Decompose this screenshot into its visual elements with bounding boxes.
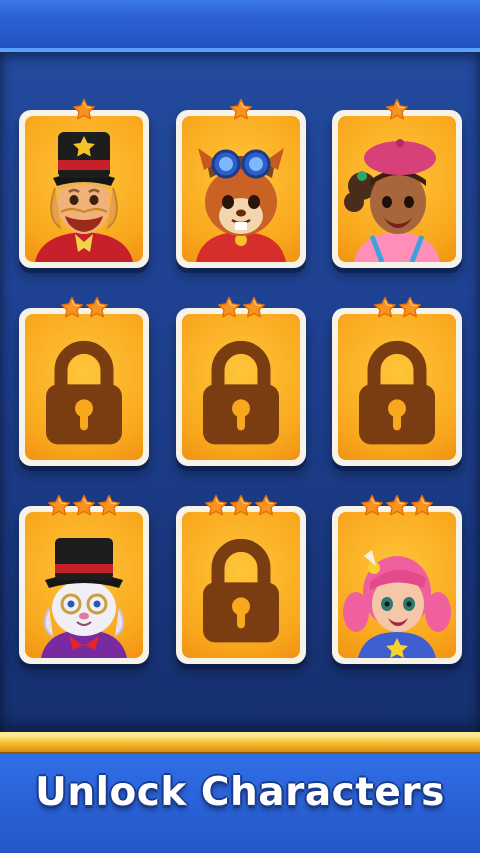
star-rating xyxy=(332,494,462,518)
card-portrait xyxy=(338,512,456,658)
star-icon xyxy=(411,494,433,516)
star-icon xyxy=(205,494,227,516)
star-icon xyxy=(398,296,421,318)
card-portrait xyxy=(182,116,300,262)
card-portrait xyxy=(338,314,456,460)
locked-character-card[interactable] xyxy=(19,296,149,466)
lock-icon xyxy=(203,538,279,643)
star-icon xyxy=(361,494,383,516)
star-icon xyxy=(98,494,120,516)
star-icon xyxy=(386,494,408,516)
beret-girl-character-icon xyxy=(344,139,440,262)
star-icon xyxy=(242,296,265,318)
star-icon xyxy=(85,296,108,318)
star-icon xyxy=(217,296,240,318)
star-rating xyxy=(176,98,306,122)
star-icon xyxy=(230,98,252,120)
star-rating xyxy=(19,494,149,518)
card-portrait xyxy=(182,512,300,658)
page-title: Unlock Characters xyxy=(35,770,445,815)
character-panel xyxy=(0,52,480,732)
character-card-pink-hair-girl[interactable] xyxy=(332,494,462,664)
star-icon xyxy=(73,494,95,516)
star-icon xyxy=(255,494,277,516)
star-icon xyxy=(60,296,83,318)
ringmaster-character-icon xyxy=(35,132,133,262)
locked-character-card[interactable] xyxy=(176,494,306,664)
card-portrait xyxy=(25,512,143,658)
character-grid xyxy=(0,52,480,732)
character-card-beret-girl[interactable] xyxy=(332,98,462,268)
card-portrait xyxy=(25,116,143,262)
card-portrait xyxy=(182,314,300,460)
lock-icon xyxy=(203,340,279,445)
character-card-magician-rabbit[interactable] xyxy=(19,494,149,664)
star-icon xyxy=(230,494,252,516)
star-icon xyxy=(48,494,70,516)
locked-character-card[interactable] xyxy=(332,296,462,466)
star-rating xyxy=(176,494,306,518)
top-header-strip xyxy=(0,0,480,52)
locked-character-card[interactable] xyxy=(176,296,306,466)
star-icon xyxy=(73,98,95,120)
star-rating xyxy=(332,296,462,320)
character-card-ringmaster-man[interactable] xyxy=(19,98,149,268)
magician-rabbit-character-icon xyxy=(41,538,127,658)
character-card-squirrel-pilot[interactable] xyxy=(176,98,306,268)
star-rating xyxy=(19,296,149,320)
bottom-banner: Unlock Characters xyxy=(0,754,480,853)
gold-divider-bar xyxy=(0,732,480,754)
lock-icon xyxy=(46,340,122,445)
pink-hair-girl-character-icon xyxy=(343,550,451,658)
star-rating xyxy=(176,296,306,320)
star-icon xyxy=(373,296,396,318)
star-icon xyxy=(386,98,408,120)
star-rating xyxy=(19,98,149,122)
star-rating xyxy=(332,98,462,122)
squirrel-pilot-character-icon xyxy=(196,148,286,262)
lock-icon xyxy=(359,340,435,445)
card-portrait xyxy=(338,116,456,262)
card-portrait xyxy=(25,314,143,460)
